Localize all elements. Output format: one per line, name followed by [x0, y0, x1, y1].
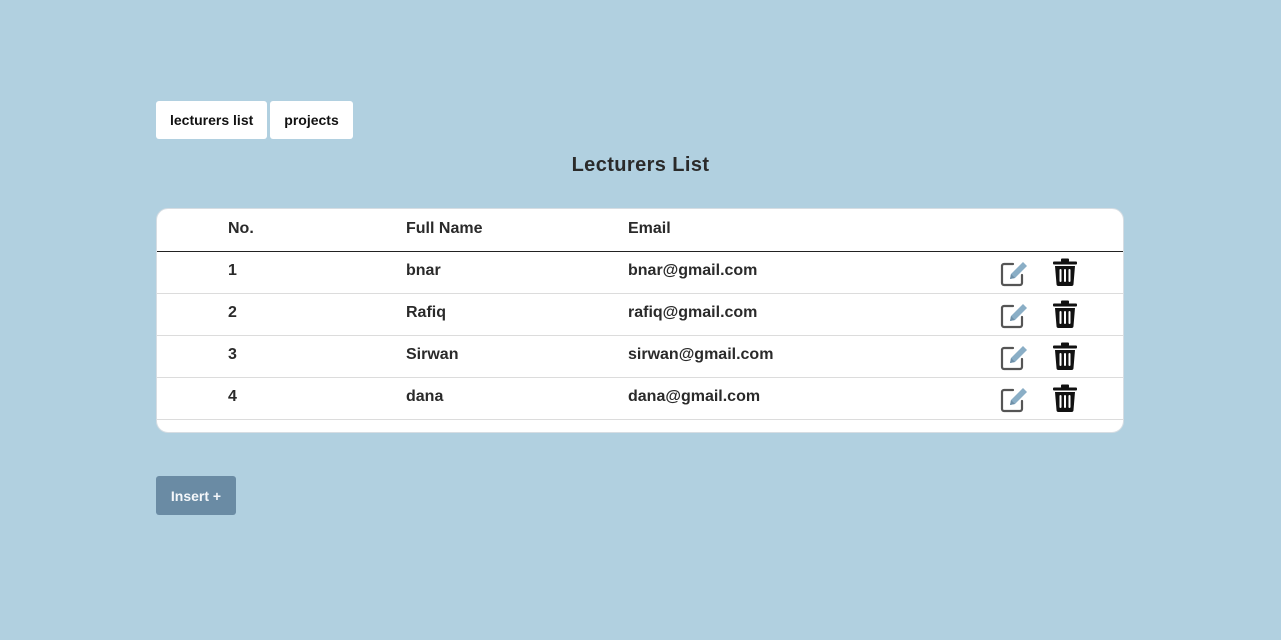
- insert-button[interactable]: Insert +: [156, 476, 236, 515]
- page-title: Lecturers List: [571, 154, 710, 176]
- trash-icon[interactable]: [1052, 258, 1078, 286]
- trash-icon[interactable]: [1052, 384, 1078, 412]
- cell-no: 1: [228, 262, 237, 279]
- cell-full-name: dana: [406, 388, 444, 405]
- cell-full-name: Sirwan: [406, 346, 459, 363]
- header-no: No.: [228, 220, 254, 237]
- table-row: 3 Sirwan sirwan@gmail.com: [157, 336, 1123, 378]
- cell-email: bnar@gmail.com: [628, 262, 758, 279]
- cell-no: 4: [228, 388, 237, 405]
- trash-icon[interactable]: [1052, 300, 1078, 328]
- cell-email: dana@gmail.com: [628, 388, 761, 405]
- cell-email: rafiq@gmail.com: [628, 304, 758, 321]
- edit-icon[interactable]: [999, 258, 1029, 288]
- cell-no: 2: [228, 304, 237, 321]
- table-row: 1 bnar bnar@gmail.com: [157, 252, 1123, 294]
- table-row: 2 Rafiq rafiq@gmail.com: [157, 294, 1123, 336]
- cell-full-name: bnar: [406, 262, 441, 279]
- tab-lecturers-list[interactable]: lecturers list: [156, 101, 268, 139]
- cell-full-name: Rafiq: [406, 304, 446, 321]
- table-header-row: No. Full Name Email: [157, 209, 1123, 252]
- table-row: 4 dana dana@gmail.com: [157, 378, 1123, 420]
- lecturers-table: No. Full Name Email 1 bnar bnar@gmail.co…: [156, 208, 1124, 433]
- trash-icon[interactable]: [1052, 342, 1078, 370]
- edit-icon[interactable]: [999, 384, 1029, 414]
- tab-projects[interactable]: projects: [270, 101, 353, 139]
- header-email: Email: [628, 220, 671, 237]
- nav-tabs: lecturers list projects: [156, 101, 353, 139]
- header-full-name: Full Name: [406, 220, 483, 237]
- cell-email: sirwan@gmail.com: [628, 346, 774, 363]
- cell-no: 3: [228, 346, 237, 363]
- edit-icon[interactable]: [999, 300, 1029, 330]
- edit-icon[interactable]: [999, 342, 1029, 372]
